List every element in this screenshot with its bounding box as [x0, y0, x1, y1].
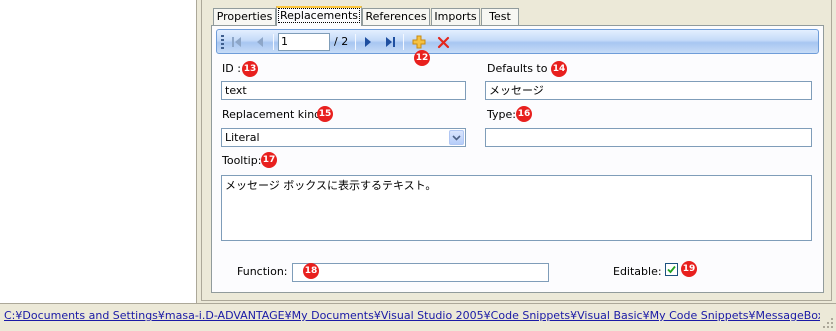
function-input[interactable] — [292, 263, 549, 282]
editable-label: Editable: — [613, 265, 662, 278]
id-input[interactable]: text — [221, 81, 466, 100]
callout-16: 16 — [516, 106, 532, 122]
toolbar-separator — [355, 34, 356, 50]
callout-13: 13 — [242, 61, 258, 77]
total-count-label: / 2 — [334, 35, 349, 48]
tab-references[interactable]: References — [362, 8, 430, 25]
replacement-kind-label: Replacement kind: — [222, 108, 325, 121]
tooltip-textarea[interactable]: メッセージ ボックスに表示するテキスト。 — [221, 175, 812, 241]
add-new-icon[interactable] — [411, 34, 427, 50]
tab-imports[interactable]: Imports — [431, 8, 480, 25]
defaults-to-label: Defaults to : — [487, 62, 555, 75]
toolbar-separator — [273, 34, 274, 50]
type-label: Type: — [487, 108, 516, 121]
defaults-to-input[interactable]: メッセージ — [485, 81, 812, 100]
toolbar-grip[interactable] — [221, 35, 224, 50]
callout-17: 17 — [261, 152, 277, 168]
callout-15: 15 — [317, 106, 333, 122]
editable-checkbox[interactable] — [665, 263, 678, 276]
move-next-icon[interactable] — [360, 34, 376, 50]
callout-14: 14 — [551, 61, 567, 77]
chevron-down-icon[interactable] — [449, 130, 464, 145]
tooltip-label: Tooltip: — [222, 154, 262, 167]
left-pane — [0, 0, 197, 303]
replacement-kind-select[interactable]: Literal — [221, 128, 466, 147]
function-label: Function: — [237, 265, 288, 278]
callout-18: 18 — [303, 263, 319, 279]
delete-icon[interactable] — [435, 34, 451, 50]
type-input[interactable] — [485, 128, 812, 147]
move-previous-icon[interactable] — [252, 34, 268, 50]
tab-replacements-label: Replacements — [277, 8, 360, 23]
tab-properties[interactable]: Properties — [213, 8, 276, 25]
file-path-link[interactable]: C:¥Documents and Settings¥masa-i.D-ADVAN… — [4, 309, 820, 322]
checkmark-icon — [667, 265, 676, 274]
tab-replacements[interactable]: Replacements — [276, 6, 362, 26]
tab-test[interactable]: Test — [481, 8, 519, 25]
replacement-kind-value: Literal — [225, 131, 260, 144]
status-bar: C:¥Documents and Settings¥masa-i.D-ADVAN… — [0, 303, 836, 331]
callout-12: 12 — [414, 50, 430, 66]
position-input[interactable]: 1 — [278, 33, 330, 51]
move-first-icon[interactable] — [229, 34, 245, 50]
binding-navigator-toolbar: 1 / 2 — [216, 29, 819, 54]
toolbar-separator — [403, 34, 404, 50]
move-last-icon[interactable] — [382, 34, 398, 50]
resize-grip-icon[interactable] — [822, 317, 834, 329]
callout-19: 19 — [681, 261, 697, 277]
id-label: ID : — [222, 62, 241, 75]
